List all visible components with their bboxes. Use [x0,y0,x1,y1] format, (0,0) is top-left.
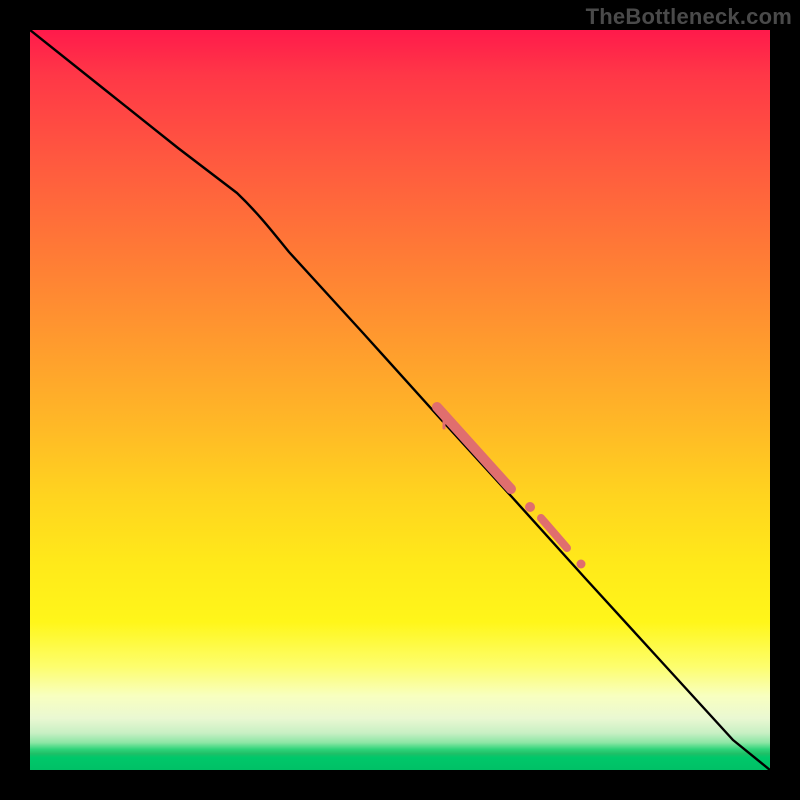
chart-svg [30,30,770,770]
highlight-dot-2 [577,560,586,569]
plot-area [30,30,770,770]
highlight-segment-a [437,407,511,489]
watermark-text: TheBottleneck.com [586,4,792,30]
curve-path [30,30,770,770]
chart-stage: TheBottleneck.com [0,0,800,800]
highlight-dot-1 [525,502,535,512]
